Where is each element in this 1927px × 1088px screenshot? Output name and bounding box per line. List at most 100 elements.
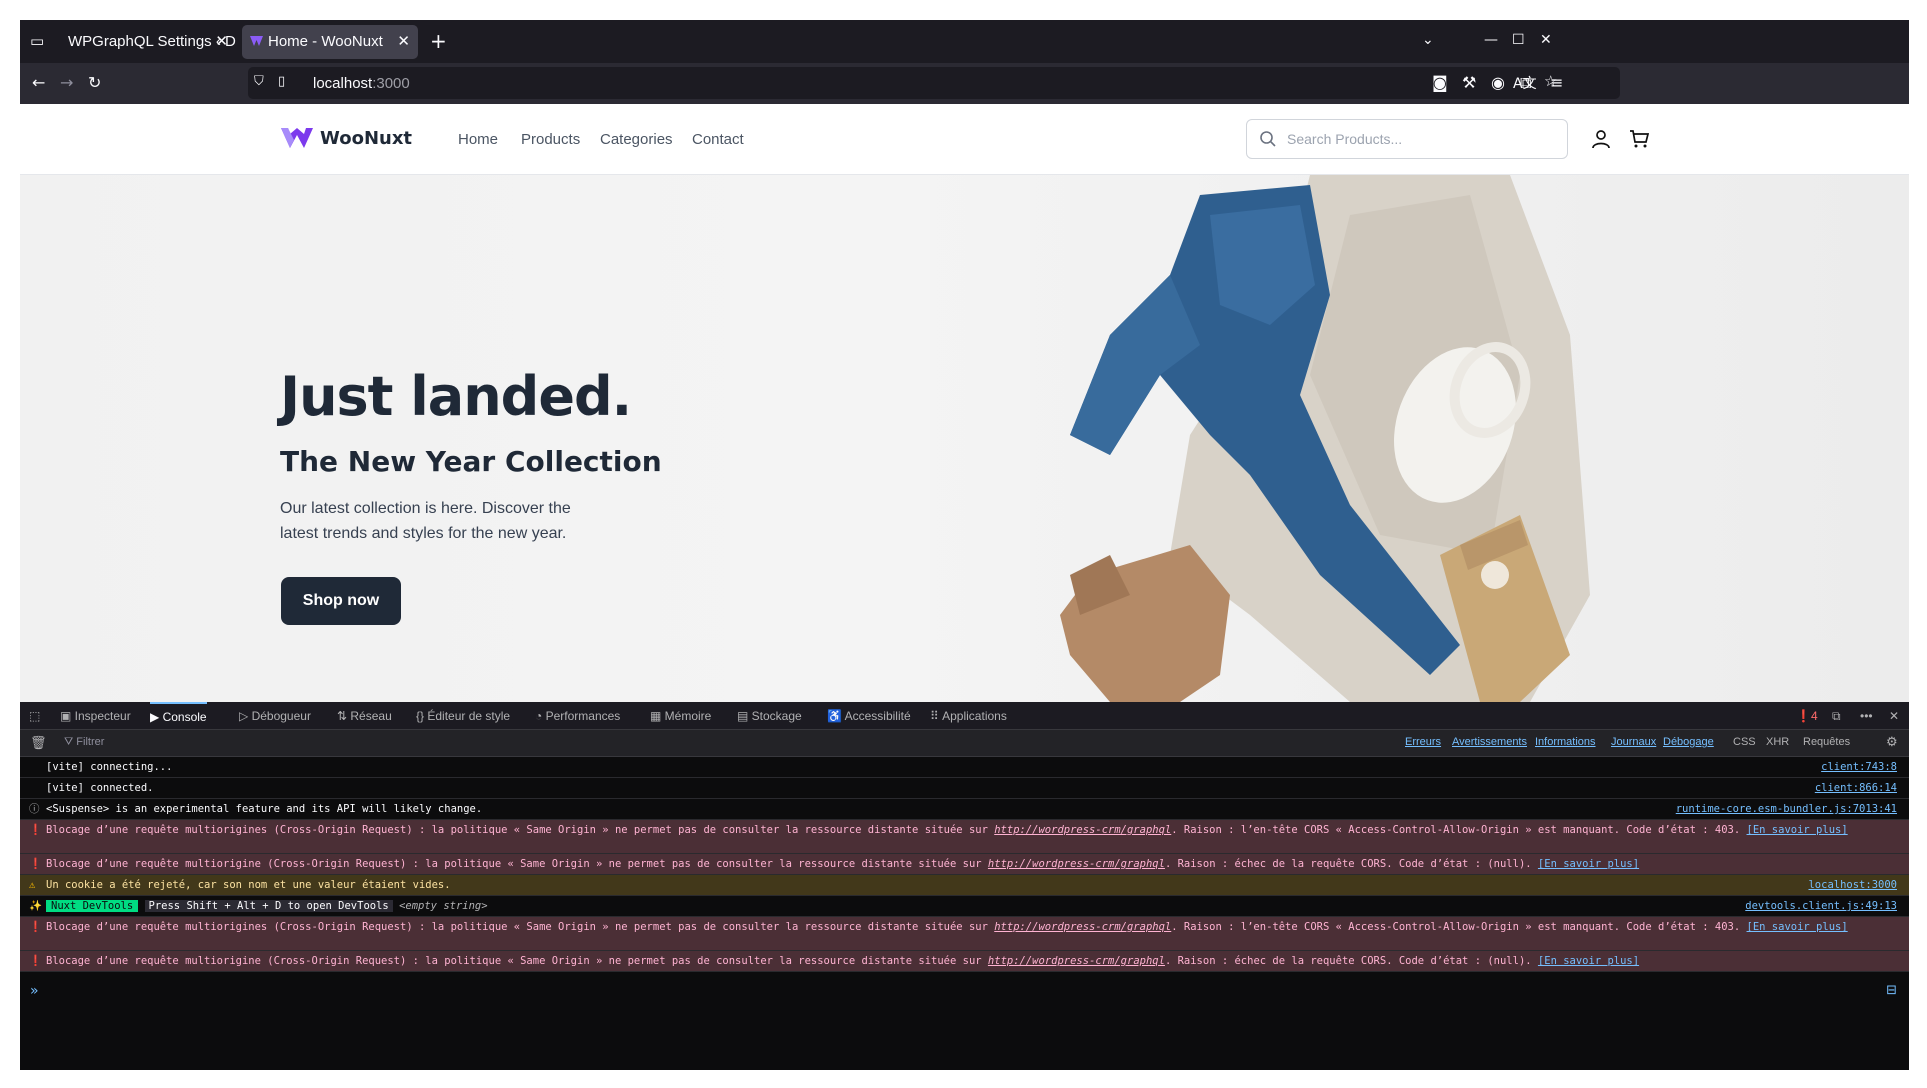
- tab-performance[interactable]: ◔ Performances: [535, 702, 620, 730]
- hero-description: Our latest collection is here. Discover …: [280, 500, 571, 542]
- tab-wpgraphql[interactable]: WPGraphQL Settings ‹ Docke ✕: [56, 25, 236, 59]
- nuxt-devtools-badge: Nuxt DevTools: [46, 900, 139, 912]
- tab-debugger[interactable]: ▷ Débogueur: [239, 702, 311, 730]
- resource-link[interactable]: http://wordpress-crm/graphql: [988, 858, 1165, 870]
- learn-more-link[interactable]: [En savoir plus]: [1747, 824, 1848, 836]
- cart-icon[interactable]: [1629, 129, 1649, 149]
- forward-icon[interactable]: →: [60, 75, 73, 91]
- search-input[interactable]: Search Products...: [1246, 119, 1568, 159]
- settings-gear-icon[interactable]: ⚙: [1886, 734, 1898, 750]
- trash-icon[interactable]: 🗑: [30, 735, 47, 751]
- site-header: WooNuxt Home Products Categories Contact…: [20, 104, 1909, 175]
- tab-bar: ▭ WPGraphQL Settings ‹ Docke ✕ Home - Wo…: [20, 20, 1909, 63]
- learn-more-link[interactable]: [En savoir plus]: [1538, 955, 1639, 967]
- filter-errors[interactable]: Erreurs: [1405, 736, 1441, 748]
- console-error: ❗ Blocage d’une requête multiorigine (Cr…: [20, 854, 1909, 875]
- tab-console[interactable]: ▶ Console: [150, 702, 207, 730]
- source-link[interactable]: client:866:14: [1815, 778, 1897, 798]
- tab-memory[interactable]: ▦ Mémoire: [650, 702, 711, 730]
- account-icon[interactable]: ◉: [1491, 75, 1505, 91]
- dock-icon[interactable]: ⧉: [1832, 702, 1841, 730]
- error-count-badge[interactable]: ❗4: [1796, 702, 1818, 730]
- filter-warnings[interactable]: Avertissements: [1452, 736, 1527, 748]
- console-warning: ⚠ Un cookie a été rejeté, car son nom et…: [20, 875, 1909, 896]
- source-link[interactable]: runtime-core.esm-bundler.js:7013:41: [1676, 799, 1897, 819]
- source-link[interactable]: localhost:3000: [1808, 875, 1897, 895]
- memory-icon: ▦: [650, 709, 665, 723]
- url-text: localhost:3000: [313, 75, 410, 92]
- filter-debug[interactable]: Débogage: [1663, 736, 1714, 748]
- filter-requests[interactable]: Requêtes: [1803, 736, 1850, 748]
- network-icon: ⇅: [337, 709, 351, 723]
- shield-icon[interactable]: ⛉: [254, 74, 264, 89]
- tab-accessibility[interactable]: ♿ Accessibilité: [827, 702, 911, 730]
- devtools-panel: ⬚ ▣ Inspecteur ▶ Console ▷ Débogueur ⇅ R…: [20, 702, 1909, 1070]
- nav-home[interactable]: Home: [458, 131, 498, 148]
- resource-link[interactable]: http://wordpress-crm/graphql: [994, 824, 1171, 836]
- resource-link[interactable]: http://wordpress-crm/graphql: [994, 921, 1171, 933]
- console-output: [vite] connecting... client:743:8 [vite]…: [20, 757, 1909, 1070]
- back-icon[interactable]: ←: [32, 75, 45, 91]
- debugger-icon: ▷: [239, 709, 252, 723]
- user-icon[interactable]: [1591, 129, 1611, 149]
- filter-input[interactable]: ⛛ Filtrer: [64, 736, 104, 749]
- extensions-icon[interactable]: ⧉: [1520, 75, 1531, 91]
- console-message: ✨ Nuxt DevTools Press Shift + Alt + D to…: [20, 896, 1909, 917]
- console-icon: ▶: [150, 710, 163, 724]
- url-bar[interactable]: ⛉ ▯ A文 ☆: [248, 67, 1620, 99]
- element-picker-icon[interactable]: ⬚: [29, 702, 40, 730]
- reload-icon[interactable]: ↻: [88, 75, 101, 91]
- nav-categories[interactable]: Categories: [600, 131, 673, 148]
- shop-now-button[interactable]: Shop now: [281, 577, 401, 625]
- error-icon: ❗: [29, 824, 43, 836]
- site-logo-text[interactable]: WooNuxt: [320, 128, 412, 149]
- new-tab-icon[interactable]: +: [430, 31, 447, 51]
- filter-css[interactable]: CSS: [1733, 736, 1756, 748]
- woonuxt-favicon-icon: [250, 36, 263, 46]
- nav-contact[interactable]: Contact: [692, 131, 744, 148]
- source-link[interactable]: client:743:8: [1821, 757, 1897, 777]
- minimize-icon[interactable]: —: [1484, 32, 1498, 48]
- info-icon: ⓘ: [29, 803, 40, 815]
- tab-network[interactable]: ⇅ Réseau: [337, 702, 392, 730]
- menu-icon[interactable]: ≡: [1550, 75, 1563, 91]
- close-window-icon[interactable]: ✕: [1540, 32, 1552, 48]
- inspector-icon: ▣: [60, 709, 75, 723]
- tab-title: WPGraphQL Settings ‹ Docke: [68, 33, 236, 50]
- tab-style-editor[interactable]: {} Éditeur de style: [416, 702, 510, 730]
- console-error: ❗ Blocage d’une requête multiorigines (C…: [20, 917, 1909, 951]
- resource-link[interactable]: http://wordpress-crm/graphql: [988, 955, 1165, 967]
- tab-overflow-icon[interactable]: ⌄: [1422, 32, 1434, 48]
- close-tab-icon[interactable]: ✕: [215, 25, 228, 59]
- tab-woonuxt[interactable]: Home - WooNuxt ✕: [242, 25, 418, 59]
- error-icon: ❗: [29, 921, 43, 933]
- nav-products[interactable]: Products: [521, 131, 580, 148]
- filter-xhr[interactable]: XHR: [1766, 736, 1789, 748]
- pocket-icon[interactable]: ◙: [1432, 75, 1448, 91]
- woonuxt-logo-icon[interactable]: [281, 128, 313, 148]
- close-devtools-icon[interactable]: ✕: [1889, 702, 1899, 730]
- tab-storage[interactable]: ▤ Stockage: [737, 702, 802, 730]
- wrench-icon[interactable]: ⚒: [1462, 75, 1476, 91]
- tab-list-icon[interactable]: ▭: [30, 34, 44, 49]
- learn-more-link[interactable]: [En savoir plus]: [1538, 858, 1639, 870]
- learn-more-link[interactable]: [En savoir plus]: [1747, 921, 1848, 933]
- web-page: WooNuxt Home Products Categories Contact…: [20, 104, 1909, 702]
- source-link[interactable]: devtools.client.js:49:13: [1745, 896, 1897, 916]
- applications-icon: ⠿: [930, 709, 943, 723]
- close-tab-icon[interactable]: ✕: [397, 25, 410, 59]
- page-icon: ▯: [278, 74, 286, 89]
- more-options-icon[interactable]: •••: [1860, 702, 1873, 730]
- sparkles-icon: ✨: [29, 900, 43, 912]
- storage-icon: ▤: [737, 709, 752, 723]
- filter-logs[interactable]: Journaux: [1611, 736, 1656, 748]
- split-console-icon[interactable]: ⊟: [1886, 983, 1897, 998]
- console-input-prompt-icon[interactable]: »: [30, 983, 39, 999]
- tab-inspector[interactable]: ▣ Inspecteur: [60, 702, 131, 730]
- filter-icon: ⛛: [64, 736, 77, 748]
- tab-applications[interactable]: ⠿ Applications: [930, 702, 1007, 730]
- filter-info[interactable]: Informations: [1535, 736, 1596, 748]
- devtools-tab-bar: ⬚ ▣ Inspecteur ▶ Console ▷ Débogueur ⇅ R…: [20, 702, 1909, 730]
- maximize-icon[interactable]: ☐: [1512, 32, 1525, 48]
- style-editor-icon: {}: [416, 709, 428, 723]
